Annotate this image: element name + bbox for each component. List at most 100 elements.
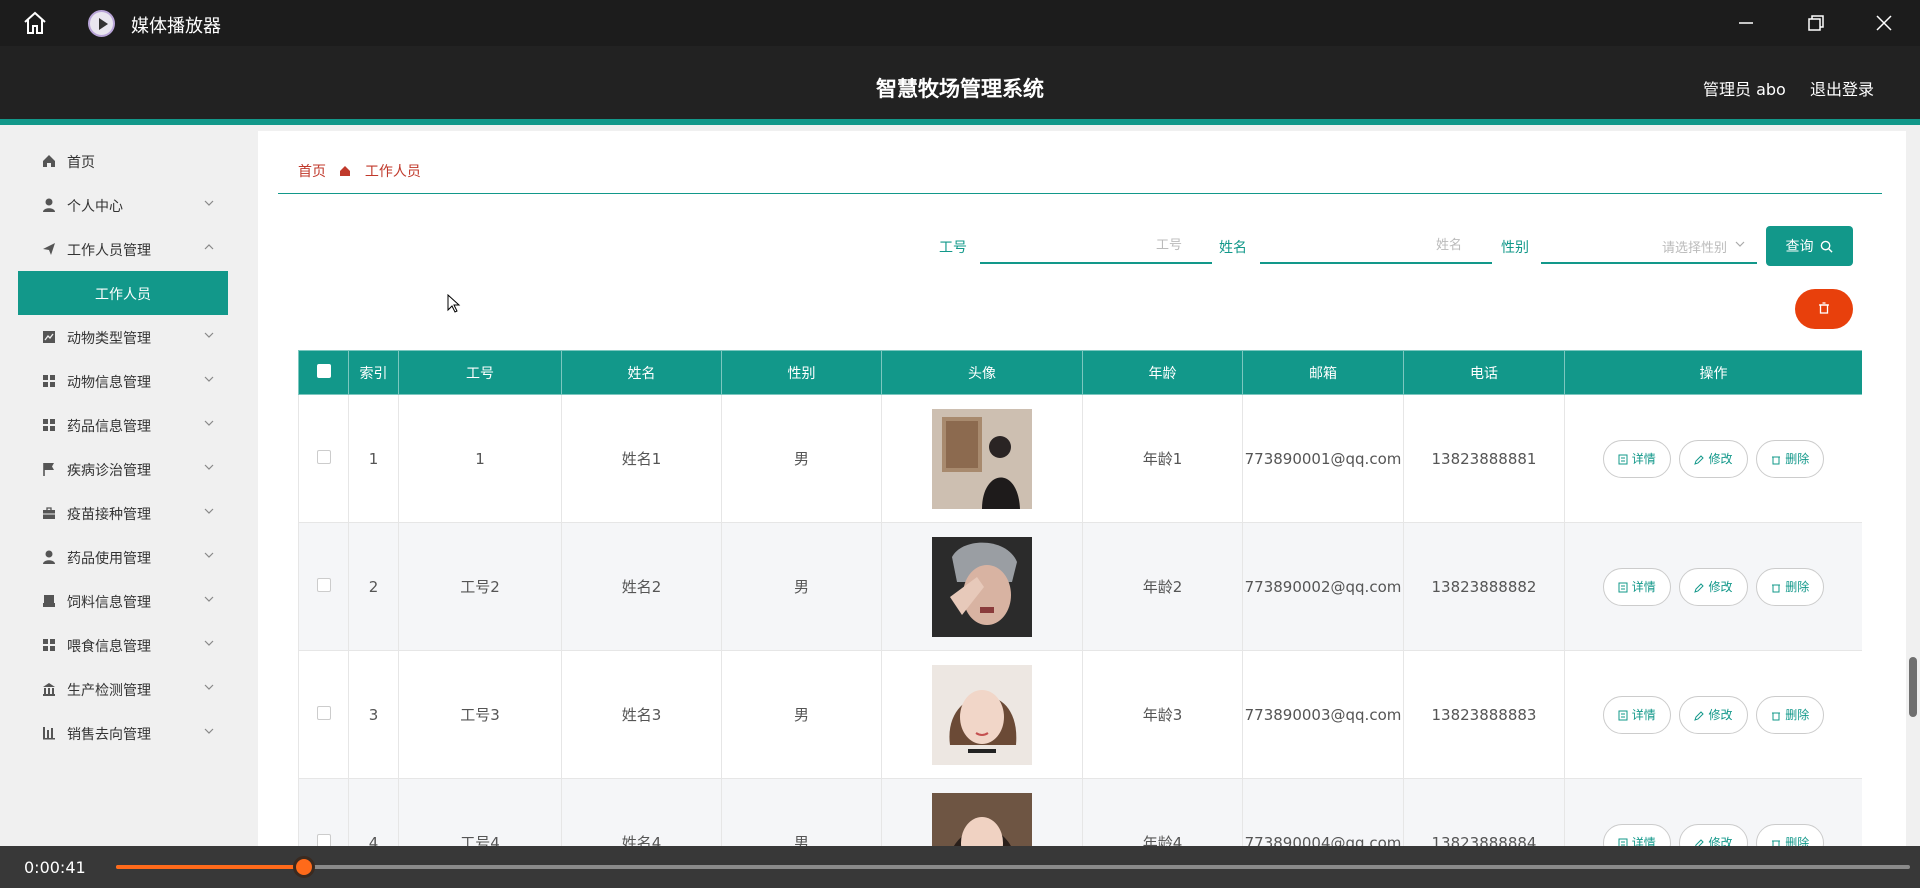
cell-gender: 男 — [721, 778, 882, 846]
briefcase-icon — [43, 507, 55, 519]
sidebar-item-staff[interactable]: 工作人员 — [18, 271, 228, 315]
sidebar-item-animal-type-management[interactable]: 动物类型管理 — [18, 315, 228, 359]
detail-button-label: 详情 — [1631, 451, 1656, 466]
sidebar-item-animal-info-management[interactable]: 动物信息管理 — [18, 359, 228, 403]
edit-button[interactable]: 修改 — [1679, 439, 1748, 478]
seek-bar-handle[interactable] — [293, 856, 316, 878]
delete-button[interactable]: 删除 — [1756, 695, 1825, 734]
avatar — [932, 664, 1032, 765]
edit-button[interactable]: 修改 — [1679, 823, 1748, 846]
cell-index: 2 — [348, 522, 399, 651]
sidebar-item-drug-usage-management[interactable]: 药品使用管理 — [18, 535, 228, 579]
row-checkbox[interactable] — [316, 577, 331, 592]
detail-button[interactable]: 详情 — [1602, 823, 1671, 846]
delete-button[interactable]: 删除 — [1756, 439, 1825, 478]
sidebar-item-disease-management[interactable]: 疾病诊治管理 — [18, 447, 228, 491]
sidebar-item-label: 药品使用管理 — [67, 551, 151, 567]
grid-icon — [43, 639, 55, 651]
cell-job-no: 工号2 — [398, 522, 562, 651]
detail-button[interactable]: 详情 — [1602, 439, 1671, 478]
mouse-cursor-icon — [447, 294, 461, 313]
logout-link[interactable]: 退出登录 — [1810, 76, 1874, 100]
staff-table: 索引 工号 姓名 性别 头像 年龄 邮箱 电话 操作 1 1 姓名1 男 年龄1… — [298, 350, 1862, 846]
cell-gender: 男 — [721, 394, 882, 523]
column-header: 索引 — [348, 350, 399, 395]
cell-phone: 13823888883 — [1403, 650, 1565, 779]
row-checkbox-cell — [298, 522, 349, 651]
detail-button-label: 详情 — [1631, 707, 1656, 722]
sidebar-item-label: 生产检测管理 — [67, 683, 151, 699]
document-icon — [1618, 582, 1628, 592]
cell-age: 年龄1 — [1082, 394, 1243, 523]
sidebar-item-label: 工作人员管理 — [67, 243, 151, 259]
table-header-row: 索引 工号 姓名 性别 头像 年龄 邮箱 电话 操作 — [298, 350, 1862, 395]
cell-actions: 详情 修改 删除 — [1564, 522, 1862, 651]
cell-age: 年龄2 — [1082, 522, 1243, 651]
home-icon[interactable] — [22, 11, 48, 35]
batch-delete-button[interactable] — [1795, 289, 1853, 329]
delete-button[interactable]: 删除 — [1756, 567, 1825, 606]
row-checkbox[interactable] — [316, 705, 331, 720]
job-no-input[interactable] — [980, 226, 1212, 264]
sidebar: 首页 个人中心 工作人员管理 工作人员 动物类型管理 动物信息管理 药品信息管理… — [0, 131, 258, 846]
avatar — [932, 408, 1032, 509]
trash-icon — [1772, 712, 1781, 720]
restore-icon[interactable] — [1805, 12, 1827, 34]
delete-button-label: 删除 — [1785, 451, 1810, 466]
sidebar-item-sales-destination-management[interactable]: 销售去向管理 — [18, 711, 228, 755]
detail-button-label: 详情 — [1631, 579, 1656, 594]
column-header: 工号 — [398, 350, 562, 395]
select-all-checkbox[interactable] — [316, 363, 331, 378]
table-row: 2 工号2 姓名2 男 年龄2 773890002@qq.com 1382388… — [298, 522, 1862, 651]
sidebar-item-vaccine-management[interactable]: 疫苗接种管理 — [18, 491, 228, 535]
document-icon — [1618, 710, 1628, 720]
search-icon — [1821, 240, 1834, 253]
app-title: 媒体播放器 — [131, 16, 221, 37]
cell-email: 773890004@qq.com — [1242, 778, 1404, 846]
cell-phone: 13823888884 — [1403, 778, 1565, 846]
sidebar-item-feeding-info-management[interactable]: 喂食信息管理 — [18, 623, 228, 667]
sidebar-item-feed-info-management[interactable]: 饲料信息管理 — [18, 579, 228, 623]
sidebar-item-staff-management[interactable]: 工作人员管理 — [18, 227, 228, 271]
sidebar-item-label: 工作人员 — [95, 287, 151, 303]
bar-icon — [43, 727, 55, 740]
seek-bar[interactable] — [116, 856, 1910, 878]
document-icon — [1618, 454, 1628, 464]
sidebar-item-label: 销售去向管理 — [67, 727, 151, 743]
name-input[interactable] — [1260, 226, 1492, 264]
pencil-icon — [1695, 838, 1705, 846]
sidebar-item-personal-center[interactable]: 个人中心 — [18, 183, 228, 227]
media-player-logo — [88, 10, 115, 37]
cell-age: 年龄4 — [1082, 778, 1243, 846]
query-button[interactable]: 查询 — [1766, 226, 1853, 266]
gender-select[interactable]: 请选择性别 — [1541, 226, 1757, 264]
close-icon[interactable] — [1873, 12, 1895, 34]
chevron-down-icon — [204, 552, 214, 558]
row-checkbox[interactable] — [316, 833, 331, 846]
query-button-label: 查询 — [1785, 238, 1814, 254]
pencil-icon — [1694, 582, 1705, 593]
main-content: 首页 工作人员 工号 姓名 性别 请选择性别 查询 — [258, 131, 1920, 846]
avatar — [932, 536, 1032, 637]
minimize-icon[interactable] — [1735, 12, 1757, 34]
delete-button[interactable]: 删除 — [1756, 823, 1825, 846]
detail-button[interactable]: 详情 — [1602, 695, 1671, 734]
detail-button[interactable]: 详情 — [1602, 567, 1671, 606]
page-scrollbar[interactable] — [1906, 131, 1920, 846]
breadcrumb: 首页 工作人员 — [298, 161, 421, 181]
printer-icon — [43, 595, 55, 607]
grid-icon — [43, 419, 55, 431]
job-no-label: 工号 — [939, 240, 967, 256]
sidebar-item-drug-info-management[interactable]: 药品信息管理 — [18, 403, 228, 447]
edit-button[interactable]: 修改 — [1679, 567, 1748, 606]
row-checkbox-cell — [298, 778, 349, 846]
breadcrumb-home[interactable]: 首页 — [298, 161, 326, 181]
scrollbar-thumb[interactable] — [1909, 657, 1917, 717]
sidebar-item-production-inspection-management[interactable]: 生产检测管理 — [18, 667, 228, 711]
chevron-down-icon — [204, 464, 214, 470]
sidebar-item-home[interactable]: 首页 — [18, 139, 228, 183]
edit-button[interactable]: 修改 — [1679, 695, 1748, 734]
gender-select-value: 请选择性别 — [1661, 241, 1727, 256]
row-checkbox[interactable] — [316, 449, 331, 464]
cell-avatar — [881, 394, 1083, 523]
